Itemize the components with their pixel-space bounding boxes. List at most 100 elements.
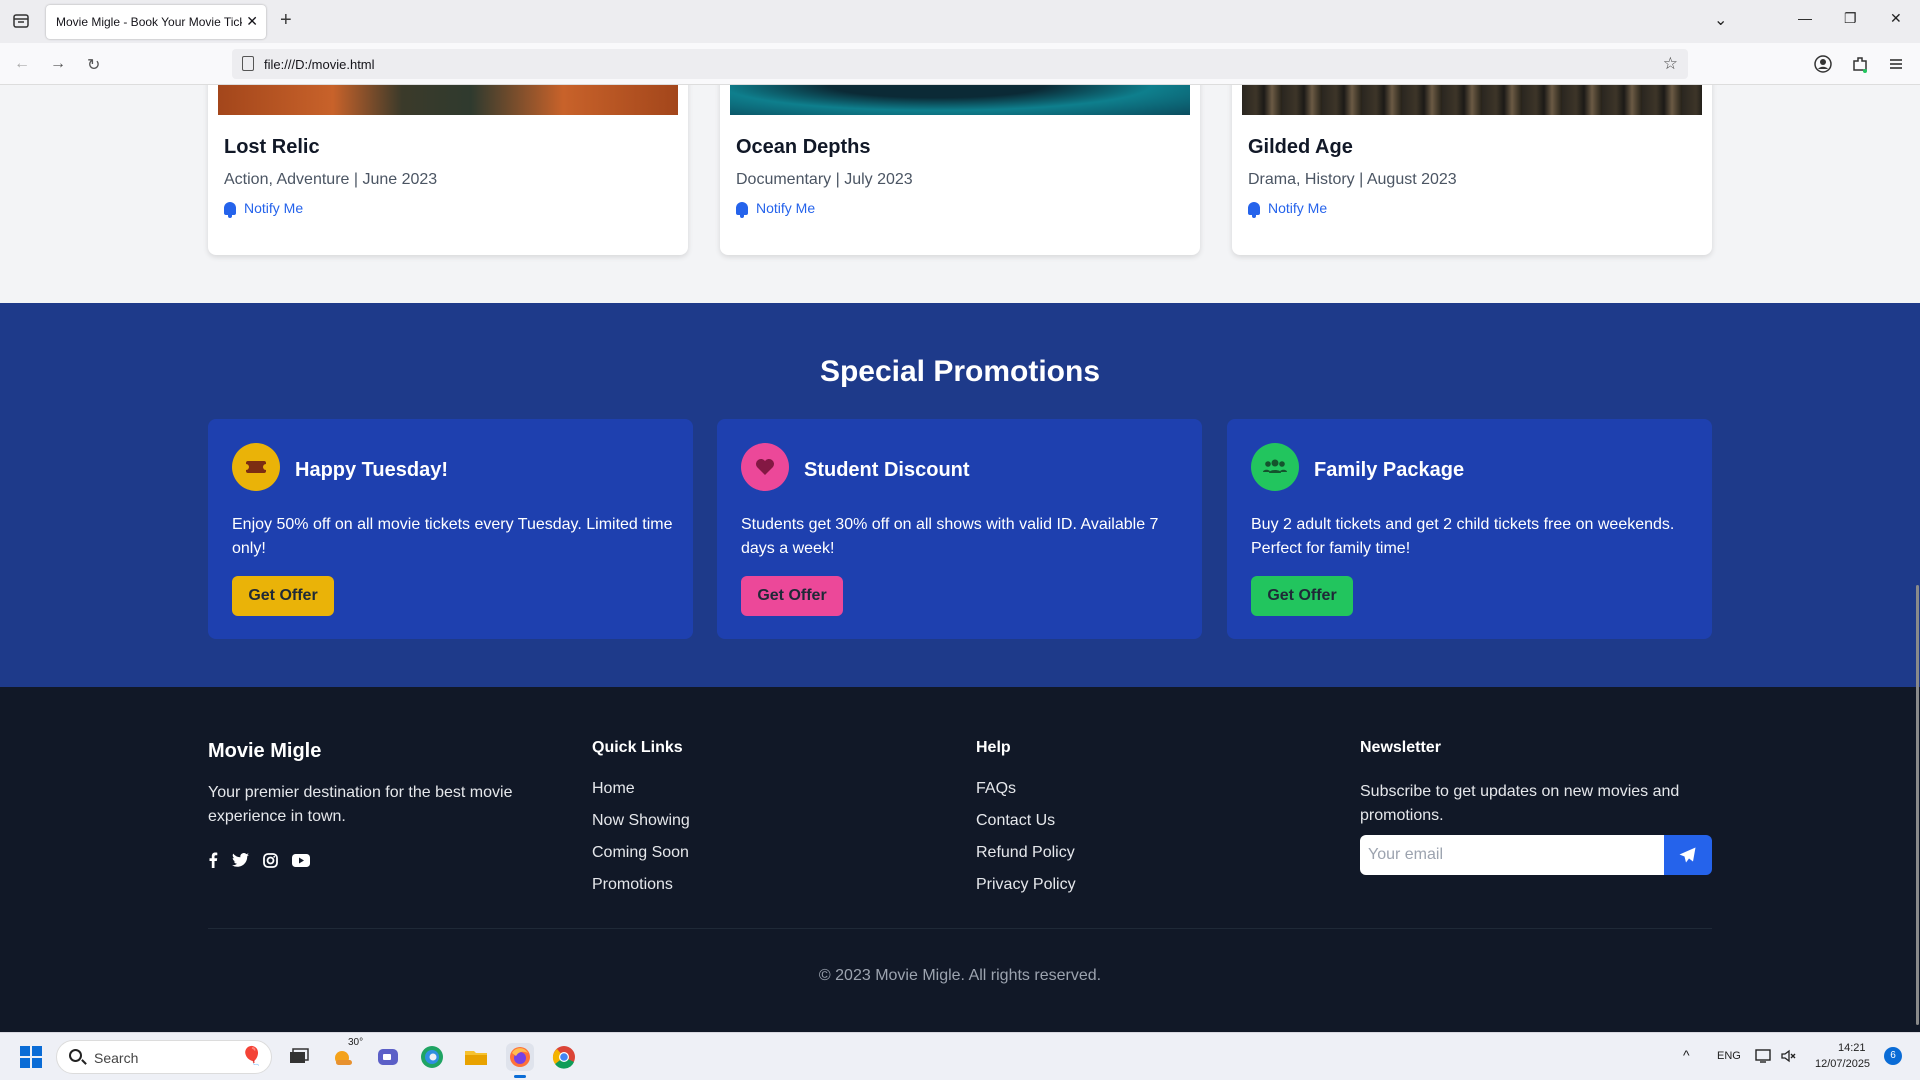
twitter-icon[interactable] <box>232 853 249 867</box>
movie-poster <box>218 85 678 115</box>
chrome-icon[interactable] <box>550 1043 578 1071</box>
social-links <box>208 852 310 868</box>
movie-poster <box>730 85 1190 115</box>
bookmark-star-icon[interactable]: ☆ <box>1663 54 1678 74</box>
minimize-button[interactable]: — <box>1798 10 1812 26</box>
search-highlight-icon: 🎈 <box>240 1046 263 1066</box>
copyright-text: © 2023 Movie Migle. All rights reserved. <box>818 967 1102 984</box>
newsletter-submit-button[interactable] <box>1664 835 1712 875</box>
get-offer-button[interactable]: Get Offer <box>1251 576 1353 616</box>
back-icon[interactable]: ← <box>14 55 30 73</box>
url-text: file:///D:/movie.html <box>264 57 375 72</box>
restore-button[interactable]: ❐ <box>1844 10 1857 27</box>
new-tab-button[interactable]: + <box>280 10 292 30</box>
clock-time[interactable]: 14:21 <box>1838 1042 1866 1054</box>
quick-links-heading: Quick Links <box>592 739 683 756</box>
footer-link-now-showing[interactable]: Now Showing <box>592 812 690 830</box>
taskbar-search[interactable]: Search 🎈 <box>56 1040 272 1074</box>
windows-taskbar: Search 🎈 30° ^ ENG 14:21 12/07/2025 6 <box>0 1032 1920 1080</box>
promo-card: Happy Tuesday! Enjoy 50% off on all movi… <box>208 419 693 639</box>
movie-meta: Drama, History | August 2023 <box>1248 171 1457 188</box>
clock-date[interactable]: 12/07/2025 <box>1815 1058 1870 1070</box>
volume-muted-icon[interactable] <box>1780 1048 1796 1064</box>
movie-card[interactable]: Gilded Age Drama, History | August 2023 … <box>1232 85 1712 255</box>
movie-card[interactable]: Lost Relic Action, Adventure | June 2023… <box>208 85 688 255</box>
weather-widget-icon[interactable]: 30° <box>330 1037 363 1071</box>
page-scrollbar[interactable] <box>1916 585 1919 1025</box>
footer-divider <box>208 928 1712 929</box>
footer-link-contact[interactable]: Contact Us <box>976 812 1055 830</box>
footer-link-promotions[interactable]: Promotions <box>592 876 673 894</box>
menu-icon[interactable] <box>1887 55 1905 73</box>
browser-tab-bar: Movie Migle - Book Your Movie Tickets ✕ … <box>0 0 1920 43</box>
newsletter-text: Subscribe to get updates on new movies a… <box>1360 783 1680 824</box>
network-icon[interactable] <box>1755 1048 1773 1064</box>
close-window-button[interactable]: ✕ <box>1890 10 1902 27</box>
windows-start-icon[interactable] <box>20 1046 42 1068</box>
firefox-icon[interactable] <box>506 1043 534 1078</box>
notification-badge[interactable]: 6 <box>1884 1047 1902 1065</box>
instagram-icon[interactable] <box>263 852 278 868</box>
footer-link-refund[interactable]: Refund Policy <box>976 844 1075 862</box>
promo-title: Happy Tuesday! <box>295 459 448 481</box>
footer-link-home[interactable]: Home <box>592 780 635 798</box>
active-app-indicator <box>514 1075 526 1078</box>
tab-list-icon[interactable] <box>12 12 30 30</box>
promo-description: Enjoy 50% off on all movie tickets every… <box>232 516 673 557</box>
promo-description: Students get 30% off on all shows with v… <box>741 516 1159 557</box>
footer-link-coming-soon[interactable]: Coming Soon <box>592 844 689 862</box>
promo-card: Student Discount Students get 30% off on… <box>717 419 1202 639</box>
task-view-icon[interactable] <box>284 1043 312 1071</box>
movie-card[interactable]: Ocean Depths Documentary | July 2023 Not… <box>720 85 1200 255</box>
show-hidden-icons-icon[interactable]: ^ <box>1683 1047 1690 1063</box>
bell-icon <box>224 201 236 218</box>
bell-icon <box>1248 201 1260 218</box>
promo-title: Student Discount <box>804 459 970 481</box>
movie-title: Ocean Depths <box>736 136 871 158</box>
newsletter-email-input[interactable] <box>1360 835 1666 875</box>
footer-brand: Movie Migle <box>208 740 322 762</box>
youtube-icon[interactable] <box>292 853 310 867</box>
address-bar[interactable]: file:///D:/movie.html ☆ <box>232 49 1688 79</box>
search-icon <box>69 1049 82 1062</box>
footer-link-privacy[interactable]: Privacy Policy <box>976 876 1076 894</box>
forward-icon[interactable]: → <box>50 55 66 73</box>
coming-soon-section: Lost Relic Action, Adventure | June 2023… <box>0 85 1920 303</box>
notify-me-link[interactable]: Notify Me <box>224 200 303 218</box>
teams-icon[interactable] <box>374 1043 402 1071</box>
list-all-tabs-button[interactable]: ⌄ <box>1714 10 1727 30</box>
promo-description: Buy 2 adult tickets and get 2 child tick… <box>1251 516 1675 557</box>
movie-title: Gilded Age <box>1248 136 1353 158</box>
footer-tagline: Your premier destination for the best mo… <box>208 784 513 825</box>
extensions-icon[interactable] <box>1851 55 1869 73</box>
get-offer-button[interactable]: Get Offer <box>232 576 334 616</box>
get-offer-button[interactable]: Get Offer <box>741 576 843 616</box>
browser-nav-bar: ← → ↻ file:///D:/movie.html ☆ <box>0 43 1920 85</box>
file-explorer-icon[interactable] <box>462 1043 490 1071</box>
weather-temp: 30° <box>348 1037 364 1048</box>
notify-label: Notify Me <box>756 200 816 216</box>
promotions-section: Special Promotions Happy Tuesday! Enjoy … <box>0 303 1920 687</box>
movie-meta: Documentary | July 2023 <box>736 171 913 188</box>
browser-tab[interactable]: Movie Migle - Book Your Movie Tickets ✕ <box>46 5 266 39</box>
movie-meta: Action, Adventure | June 2023 <box>224 171 438 188</box>
tab-title: Movie Migle - Book Your Movie Tickets <box>56 15 242 29</box>
site-footer: Movie Migle Your premier destination for… <box>0 687 1920 1032</box>
users-icon <box>1251 443 1299 491</box>
edge-icon[interactable] <box>418 1043 446 1071</box>
ticket-icon <box>232 443 280 491</box>
help-heading: Help <box>976 739 1011 756</box>
promo-card: Family Package Buy 2 adult tickets and g… <box>1227 419 1712 639</box>
tab-close-button[interactable]: ✕ <box>246 13 258 30</box>
heart-icon <box>741 443 789 491</box>
language-indicator[interactable]: ENG <box>1717 1050 1741 1062</box>
notify-me-link[interactable]: Notify Me <box>736 200 816 218</box>
account-icon[interactable] <box>1814 55 1832 73</box>
reload-icon[interactable]: ↻ <box>87 55 100 75</box>
notify-me-link[interactable]: Notify Me <box>1248 200 1327 218</box>
promotions-heading: Special Promotions <box>819 355 1101 388</box>
promo-title: Family Package <box>1314 459 1465 481</box>
facebook-icon[interactable] <box>208 852 218 868</box>
footer-link-faqs[interactable]: FAQs <box>976 780 1016 798</box>
page-viewport: Lost Relic Action, Adventure | June 2023… <box>0 85 1920 1032</box>
